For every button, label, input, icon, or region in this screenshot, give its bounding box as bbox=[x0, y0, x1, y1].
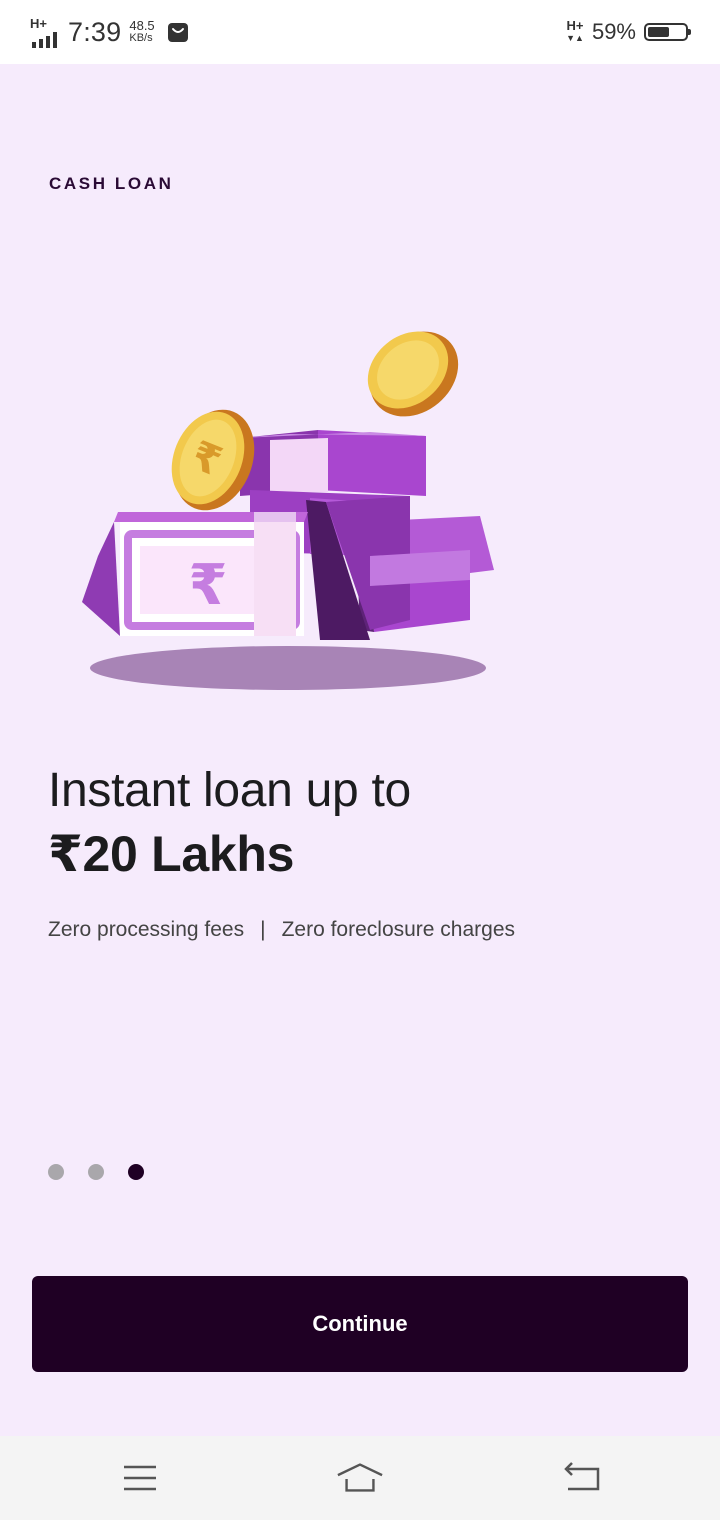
network-type-right: H+ bbox=[566, 18, 584, 33]
home-button[interactable] bbox=[336, 1458, 384, 1498]
feature-separator: | bbox=[260, 918, 266, 941]
section-eyebrow: CASH LOAN bbox=[49, 174, 174, 193]
signal-icon: H+ bbox=[30, 14, 58, 50]
battery-icon bbox=[644, 23, 691, 41]
menu-icon bbox=[124, 1465, 156, 1491]
system-nav-bar bbox=[0, 1436, 720, 1520]
status-bar: H+ 7:39 48.5 KB/s H+ ▼▲ 59% bbox=[0, 0, 720, 64]
continue-button[interactable]: Continue bbox=[32, 1276, 688, 1372]
shopping-bag-icon bbox=[167, 23, 188, 42]
headline-amount: ₹20 Lakhs bbox=[48, 826, 295, 882]
battery-fill bbox=[648, 27, 670, 37]
battery-percent: 59% bbox=[591, 19, 636, 44]
pagination-dots bbox=[48, 1164, 144, 1180]
mobile-data-icon: H+ ▼▲ bbox=[566, 18, 584, 43]
status-left: H+ 7:39 48.5 KB/s bbox=[30, 14, 189, 50]
headline-line1: Instant loan up to bbox=[48, 764, 411, 817]
feature-list: Zero processing fees | Zero foreclosure … bbox=[48, 918, 515, 942]
feature-processing-fees: Zero processing fees bbox=[48, 918, 245, 941]
speed-value: 48.5 bbox=[129, 18, 155, 33]
feature-foreclosure: Zero foreclosure charges bbox=[281, 918, 516, 941]
pagination-dot bbox=[88, 1164, 104, 1180]
svg-text:₹: ₹ bbox=[189, 553, 228, 618]
headline: Instant loan up to ₹20 Lakhs bbox=[48, 760, 411, 886]
network-speed: 48.5 KB/s bbox=[129, 19, 154, 45]
back-icon bbox=[564, 1462, 600, 1491]
speed-unit: KB/s bbox=[129, 32, 153, 44]
pagination-dot bbox=[48, 1164, 64, 1180]
back-button[interactable] bbox=[556, 1458, 604, 1498]
home-icon bbox=[337, 1463, 383, 1492]
status-right: H+ ▼▲ 59% bbox=[566, 14, 691, 50]
network-type: H+ bbox=[30, 16, 47, 31]
cash-stack-illustration: ₹ ₹ bbox=[82, 331, 494, 690]
pagination-dot bbox=[128, 1164, 144, 1180]
menu-button[interactable] bbox=[116, 1458, 164, 1498]
clock: 7:39 bbox=[68, 16, 122, 47]
